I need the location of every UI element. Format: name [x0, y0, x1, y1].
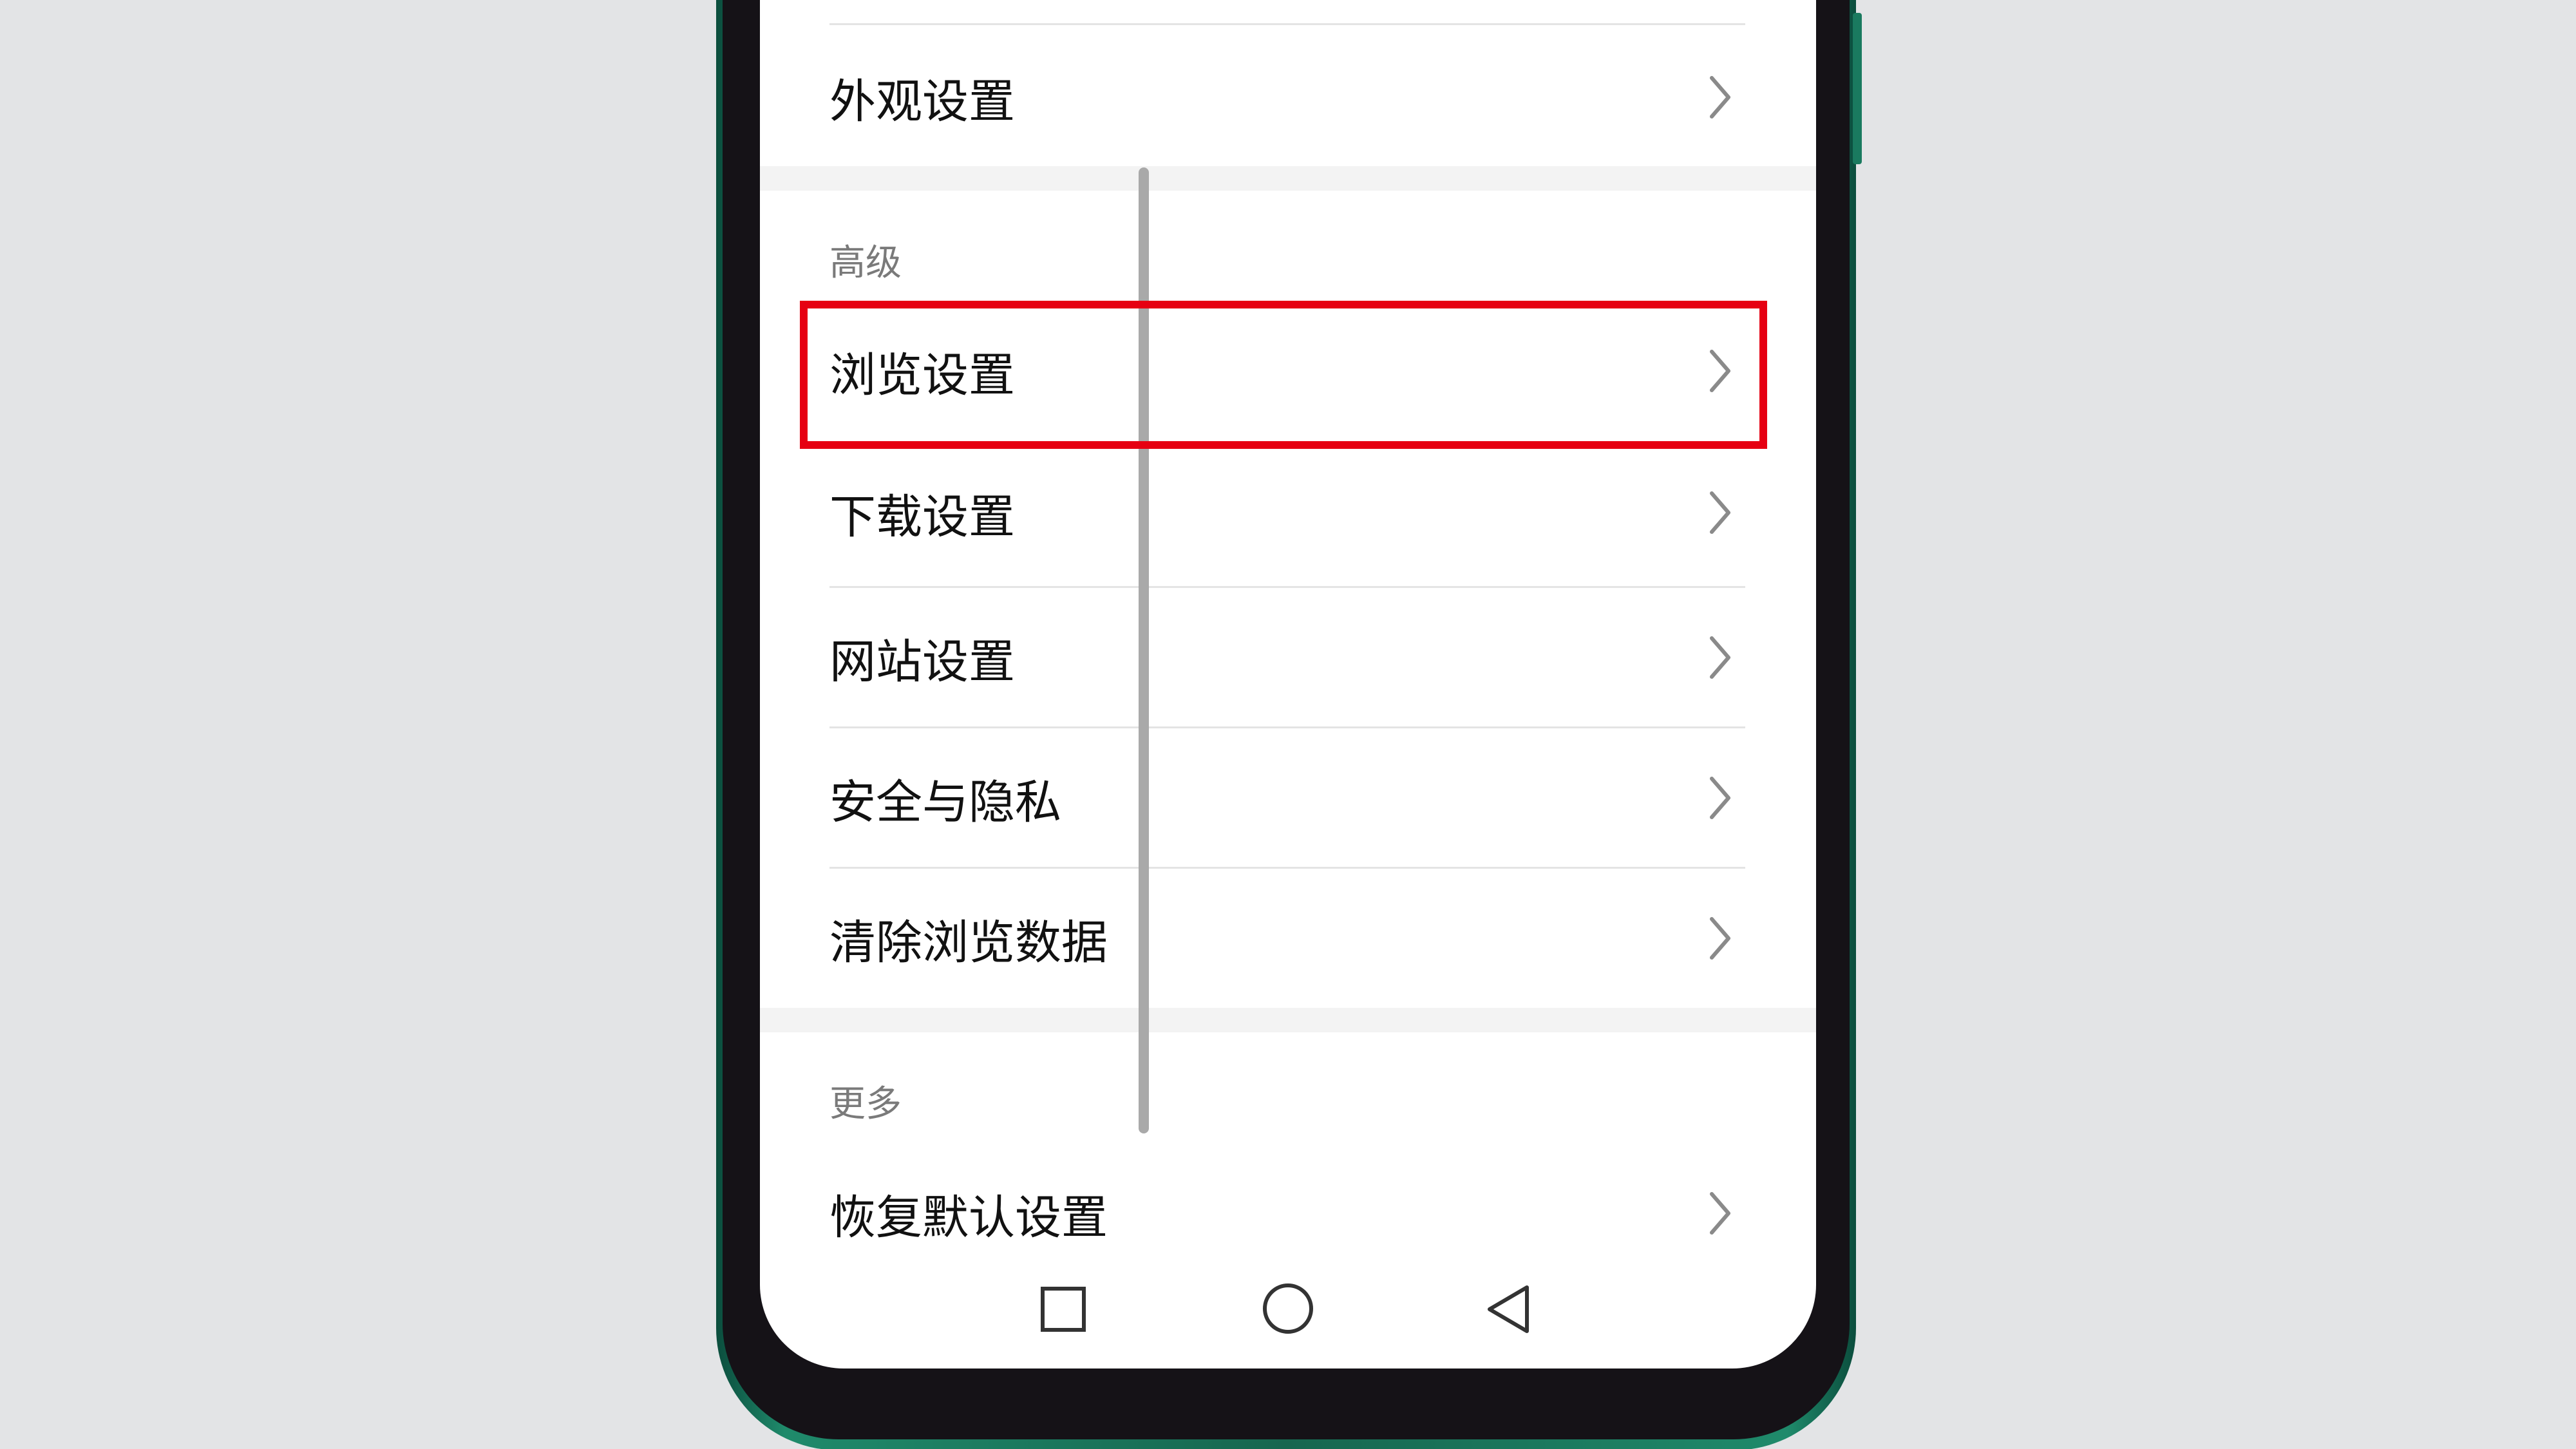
settings-item-label: 外观设置	[829, 74, 1016, 129]
chevron-right-icon	[1710, 636, 1730, 679]
settings-screen: 外观设置 高级 浏览设置 下载设置 网站设置 安全与隐私 清除浏览数据 更多 恢…	[760, 0, 1816, 1368]
settings-item-label: 清除浏览数据	[829, 915, 1108, 970]
phone-side-button	[1853, 13, 1862, 164]
settings-item-appearance[interactable]: 外观设置	[760, 28, 1816, 167]
settings-item-restore-defaults[interactable]: 恢复默认设置	[760, 1144, 1816, 1283]
section-title-advanced: 高级	[829, 242, 902, 284]
chevron-right-icon	[1710, 491, 1730, 534]
triangle-back-icon[interactable]	[1484, 1285, 1533, 1334]
list-divider	[829, 23, 1745, 25]
settings-item-security-privacy[interactable]: 安全与隐私	[760, 728, 1816, 867]
section-gap	[760, 1008, 1816, 1032]
settings-item-download[interactable]: 下载设置	[760, 443, 1816, 582]
section-title-more: 更多	[829, 1083, 902, 1125]
chevron-right-icon	[1710, 917, 1730, 960]
circle-icon[interactable]	[1261, 1282, 1315, 1336]
square-icon[interactable]	[1039, 1285, 1088, 1334]
chevron-right-icon	[1710, 1192, 1730, 1235]
settings-item-label: 安全与隐私	[829, 775, 1062, 829]
section-gap	[760, 166, 1816, 191]
settings-item-sites[interactable]: 网站设置	[760, 588, 1816, 727]
photo-stage: 外观设置 高级 浏览设置 下载设置 网站设置 安全与隐私 清除浏览数据 更多 恢…	[0, 0, 2576, 1449]
settings-item-clear-data[interactable]: 清除浏览数据	[760, 869, 1816, 1008]
settings-item-label: 恢复默认设置	[829, 1190, 1108, 1245]
highlight-annotation	[800, 301, 1767, 449]
chevron-right-icon	[1710, 777, 1730, 819]
chevron-right-icon	[1710, 76, 1730, 118]
settings-item-label: 网站设置	[829, 634, 1016, 689]
settings-item-label: 下载设置	[829, 489, 1016, 544]
